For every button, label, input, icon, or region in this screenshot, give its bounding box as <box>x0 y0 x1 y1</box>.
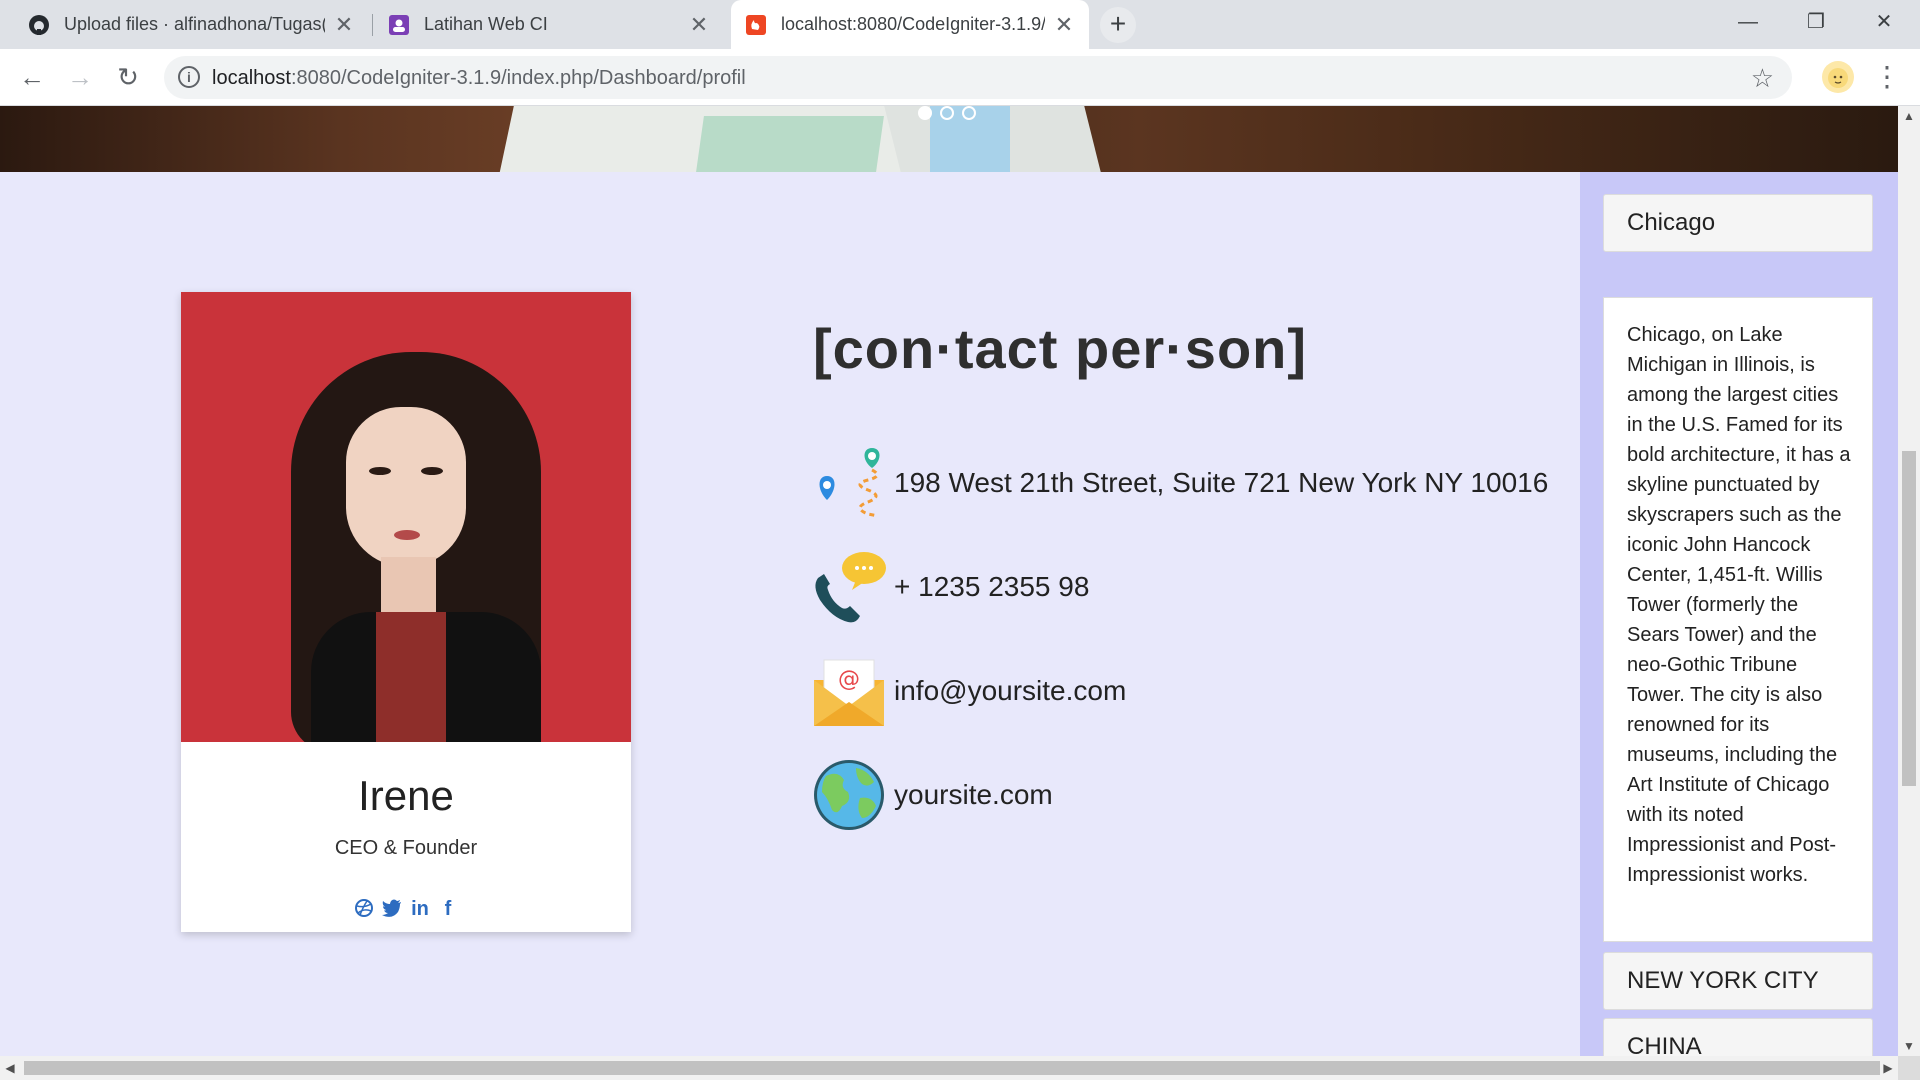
url-path: :8080/CodeIgniter-3.1.9/index.php/Dashbo… <box>290 67 746 89</box>
tab-separator <box>372 14 373 36</box>
tab-localhost-codeigniter[interactable]: localhost:8080/CodeIgniter-3.1.9/ ✕ <box>731 0 1089 49</box>
tab-close-icon[interactable]: ✕ <box>333 13 355 36</box>
url-text[interactable]: localhost:8080/CodeIgniter-3.1.9/index.p… <box>212 67 746 90</box>
accordion-header-new-york-city[interactable]: NEW YORK CITY <box>1603 952 1873 1010</box>
vertical-scroll-thumb[interactable] <box>1902 451 1916 786</box>
phone-chat-icon <box>812 550 886 624</box>
address-bar[interactable]: i localhost:8080/CodeIgniter-3.1.9/index… <box>164 56 1792 99</box>
accordion-header-chicago[interactable]: Chicago <box>1603 194 1873 252</box>
tab-github-upload[interactable]: Upload files · alfinadhona/Tugas( ✕ <box>14 0 369 49</box>
scrollbar-corner <box>1898 1056 1920 1080</box>
contact-website-text[interactable]: yoursite.com <box>894 779 1053 811</box>
tab-strip: Upload files · alfinadhona/Tugas( ✕ Lati… <box>0 0 1920 49</box>
photo-face-shape <box>346 407 466 567</box>
sidebar-accordion: Chicago Chicago, on Lake Michigan in Ill… <box>1580 172 1898 1056</box>
tab-title: localhost:8080/CodeIgniter-3.1.9/ <box>781 14 1045 34</box>
back-button[interactable]: ← <box>12 57 52 97</box>
browser-menu-button[interactable]: ⋮ <box>1872 59 1902 95</box>
location-route-icon <box>812 446 886 520</box>
bookmark-star-icon[interactable]: ☆ <box>1751 63 1774 94</box>
page-viewport: Irene CEO & Founder in f [con·tact per·s… <box>0 106 1898 1056</box>
back-arrow-icon: ← <box>19 61 45 92</box>
forward-button[interactable]: → <box>60 57 100 97</box>
tab-latihan-web-ci[interactable]: Latihan Web CI ✕ <box>374 0 724 49</box>
profile-name: Irene <box>358 772 454 819</box>
tab-close-icon[interactable]: ✕ <box>688 13 710 36</box>
photo-lips-shape <box>394 530 420 540</box>
tab-title: Upload files · alfinadhona/Tugas( <box>64 14 325 34</box>
tab-close-icon[interactable]: ✕ <box>1053 13 1075 36</box>
url-host: localhost <box>212 67 291 89</box>
vertical-scrollbar[interactable]: ▲ ▼ <box>1898 106 1920 1056</box>
restore-button[interactable]: ❐ <box>1782 0 1850 44</box>
accordion-header-china[interactable]: CHINA <box>1603 1018 1873 1056</box>
email-envelope-icon: @ <box>812 654 886 728</box>
horizontal-scrollbar[interactable]: ◀ ▶ <box>0 1056 1898 1080</box>
svg-text:@: @ <box>838 667 860 692</box>
minimize-button[interactable]: — <box>1714 0 1782 44</box>
contact-address-row: 198 West 21th Street, Suite 721 New York… <box>812 446 1548 520</box>
scroll-left-icon[interactable]: ◀ <box>0 1056 20 1080</box>
avatar-icon <box>1828 68 1848 88</box>
photo-eye-shape <box>421 467 443 475</box>
hero-banner-image <box>0 106 1898 172</box>
social-links: in f <box>181 898 631 923</box>
profile-role: CEO & Founder <box>334 837 478 859</box>
accordion-body-chicago: Chicago, on Lake Michigan in Illinois, i… <box>1603 297 1873 942</box>
twitter-icon[interactable] <box>382 898 402 923</box>
profile-avatar[interactable] <box>1822 61 1854 93</box>
new-tab-button[interactable]: + <box>1100 7 1136 43</box>
reload-icon: ↻ <box>117 61 139 92</box>
carousel-dot[interactable] <box>918 106 932 120</box>
photo-neck-shape <box>381 557 436 617</box>
profile-photo <box>181 292 631 742</box>
codeigniter-icon <box>745 14 767 36</box>
profile-card: Irene CEO & Founder in f <box>181 292 631 932</box>
carousel-dot[interactable] <box>962 106 976 120</box>
linkedin-icon[interactable]: in <box>410 898 430 923</box>
horizontal-scroll-thumb[interactable] <box>24 1061 1880 1075</box>
map-park-shape <box>696 116 884 172</box>
classroom-icon <box>388 14 410 36</box>
tab-title: Latihan Web CI <box>424 14 548 34</box>
contact-title: [con·tact per·son] <box>813 317 1307 380</box>
reload-button[interactable]: ↻ <box>108 57 148 97</box>
browser-toolbar: ← → ↻ i localhost:8080/CodeIgniter-3.1.9… <box>0 49 1920 106</box>
contact-phone-text: + 1235 2355 98 <box>894 571 1090 602</box>
carousel-dot[interactable] <box>940 106 954 120</box>
dribbble-icon[interactable] <box>354 898 374 923</box>
contact-address-text: 198 West 21th Street, Suite 721 New York… <box>894 467 1549 498</box>
site-info-icon[interactable]: i <box>178 66 200 88</box>
photo-eye-shape <box>369 467 391 475</box>
window-close-button[interactable]: ✕ <box>1850 0 1918 44</box>
contact-email-row: @ info@yoursite.com <box>812 654 1126 728</box>
github-icon <box>28 14 50 36</box>
scroll-right-icon[interactable]: ▶ <box>1878 1056 1898 1080</box>
globe-icon <box>812 758 886 832</box>
contact-phone-row: + 1235 2355 98 <box>812 550 1089 624</box>
contact-email-text[interactable]: info@yoursite.com <box>894 675 1126 707</box>
contact-website-row: yoursite.com <box>812 758 1053 832</box>
scroll-down-icon[interactable]: ▼ <box>1898 1036 1920 1056</box>
forward-arrow-icon: → <box>67 61 93 92</box>
facebook-icon[interactable]: f <box>438 898 458 923</box>
scroll-up-icon[interactable]: ▲ <box>1898 106 1920 126</box>
photo-shirt-shape <box>376 612 446 742</box>
